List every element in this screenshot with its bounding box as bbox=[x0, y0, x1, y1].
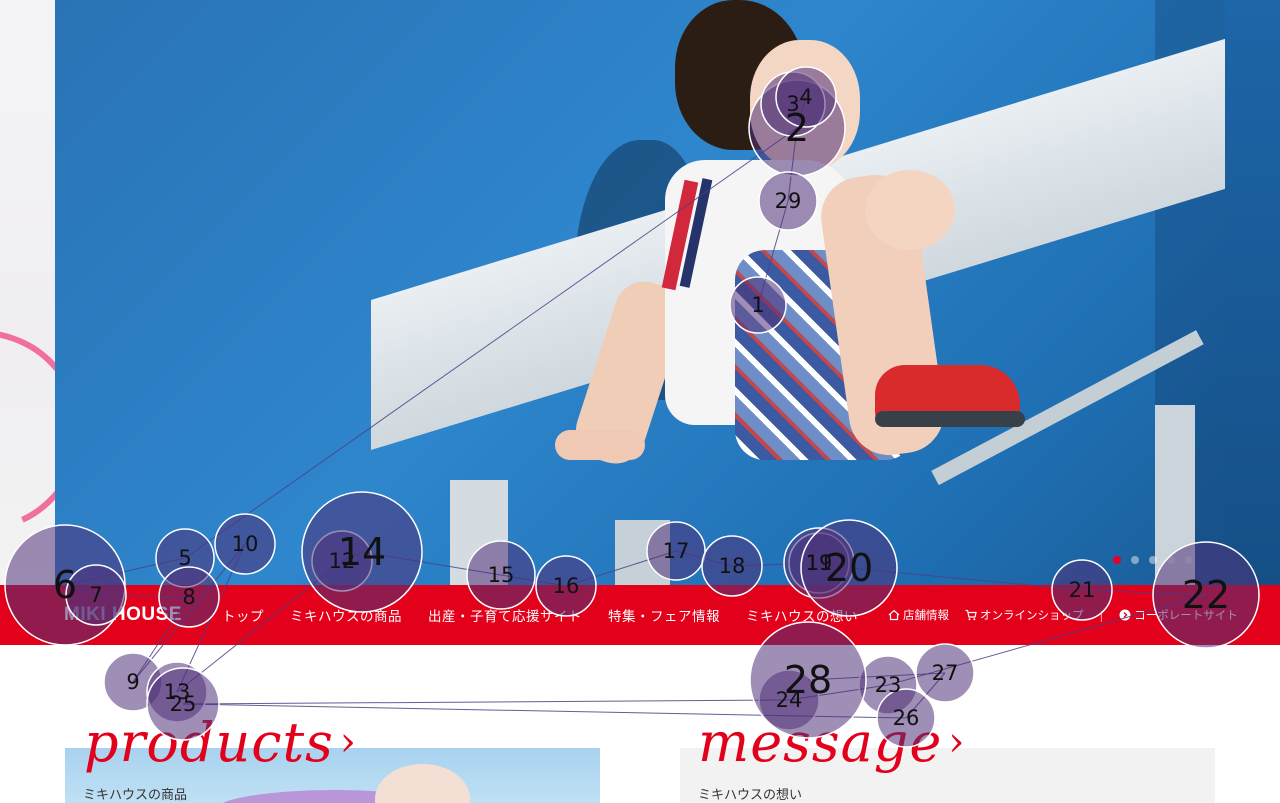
message-subtitle: ミキハウスの想い bbox=[698, 788, 803, 803]
nav-corporate-site-link[interactable]: コーポレートサイト bbox=[1119, 607, 1238, 623]
gaze-fixation-label: 23 bbox=[875, 673, 902, 697]
gaze-fixation-label: 28 bbox=[784, 658, 832, 702]
gaze-fixation-label: 13 bbox=[164, 680, 191, 704]
circle-arrow-icon bbox=[1119, 609, 1131, 621]
gaze-path-segment bbox=[807, 672, 946, 681]
products-heading: products bbox=[84, 711, 334, 774]
nav-store-info-link[interactable]: 店舗情報 bbox=[888, 607, 949, 623]
gaze-path-segment bbox=[182, 699, 790, 705]
nav-item-features-fairs[interactable]: 特集・フェア情報 bbox=[595, 605, 733, 625]
slider-dot[interactable] bbox=[1149, 556, 1157, 564]
sandal-sole bbox=[875, 411, 1025, 427]
slider-dot[interactable] bbox=[1131, 556, 1139, 564]
child-face bbox=[750, 40, 860, 170]
gaze-fixation-circle bbox=[915, 643, 975, 703]
hero-side-panel-left bbox=[0, 0, 55, 585]
nav-separator: | bbox=[1099, 608, 1104, 622]
online-shop-label: オンラインショップ bbox=[980, 608, 1084, 622]
gaze-fixation-circle bbox=[103, 652, 163, 712]
gaze-fixation-label: 9 bbox=[126, 670, 139, 694]
gaze-fixation-label: 24 bbox=[776, 688, 803, 712]
mikihouse-logo[interactable]: MIKI HOUSE bbox=[64, 602, 182, 628]
bench-leg bbox=[450, 480, 508, 585]
slider-dot[interactable] bbox=[1167, 556, 1175, 564]
cart-icon bbox=[965, 609, 977, 621]
nav-utility-links: 店舗情報 オンラインショップ | コーポレートサイト bbox=[888, 585, 1238, 645]
child-sandal bbox=[875, 365, 1025, 427]
nav-main-menu: トップ ミキハウスの商品 出産・子育て応援サイト 特集・フェア情報 ミキハウスの… bbox=[222, 585, 871, 645]
nav-item-products[interactable]: ミキハウスの商品 bbox=[277, 605, 415, 625]
child-hand bbox=[555, 430, 645, 460]
chevron-right-icon: › bbox=[339, 719, 357, 765]
nav-item-top[interactable]: トップ bbox=[222, 605, 277, 625]
products-heading-link[interactable]: products › bbox=[84, 712, 357, 773]
gaze-fixation-label: 27 bbox=[932, 661, 959, 685]
chevron-right-icon: › bbox=[948, 719, 966, 765]
bench-leg bbox=[615, 520, 670, 585]
nav-online-shop-link[interactable]: オンラインショップ bbox=[965, 607, 1084, 623]
slider-dot[interactable] bbox=[1185, 556, 1193, 564]
corporate-site-label: コーポレートサイト bbox=[1134, 608, 1238, 622]
child-knee bbox=[865, 170, 955, 250]
gaze-path-segment bbox=[788, 684, 889, 701]
message-heading: message bbox=[698, 711, 943, 774]
gaze-fixation-circle bbox=[858, 655, 918, 715]
nav-item-childcare-support[interactable]: 出産・子育て応援サイト bbox=[415, 605, 595, 625]
store-info-label: 店舗情報 bbox=[903, 608, 949, 622]
message-heading-link[interactable]: message › bbox=[698, 712, 965, 773]
hero-banner-image[interactable] bbox=[55, 0, 1225, 585]
baby-image bbox=[375, 764, 470, 803]
global-nav: MIKI HOUSE トップ ミキハウスの商品 出産・子育て応援サイト 特集・フ… bbox=[0, 585, 1280, 645]
slider-pagination bbox=[1113, 556, 1193, 564]
pink-hoop-decoration bbox=[0, 301, 55, 561]
products-subtitle: ミキハウスの商品 bbox=[83, 788, 188, 803]
slider-dot[interactable] bbox=[1113, 556, 1121, 564]
hero-side-panel-right bbox=[1225, 0, 1280, 585]
nav-item-message[interactable]: ミキハウスの想い bbox=[733, 605, 871, 625]
home-icon bbox=[888, 609, 900, 621]
